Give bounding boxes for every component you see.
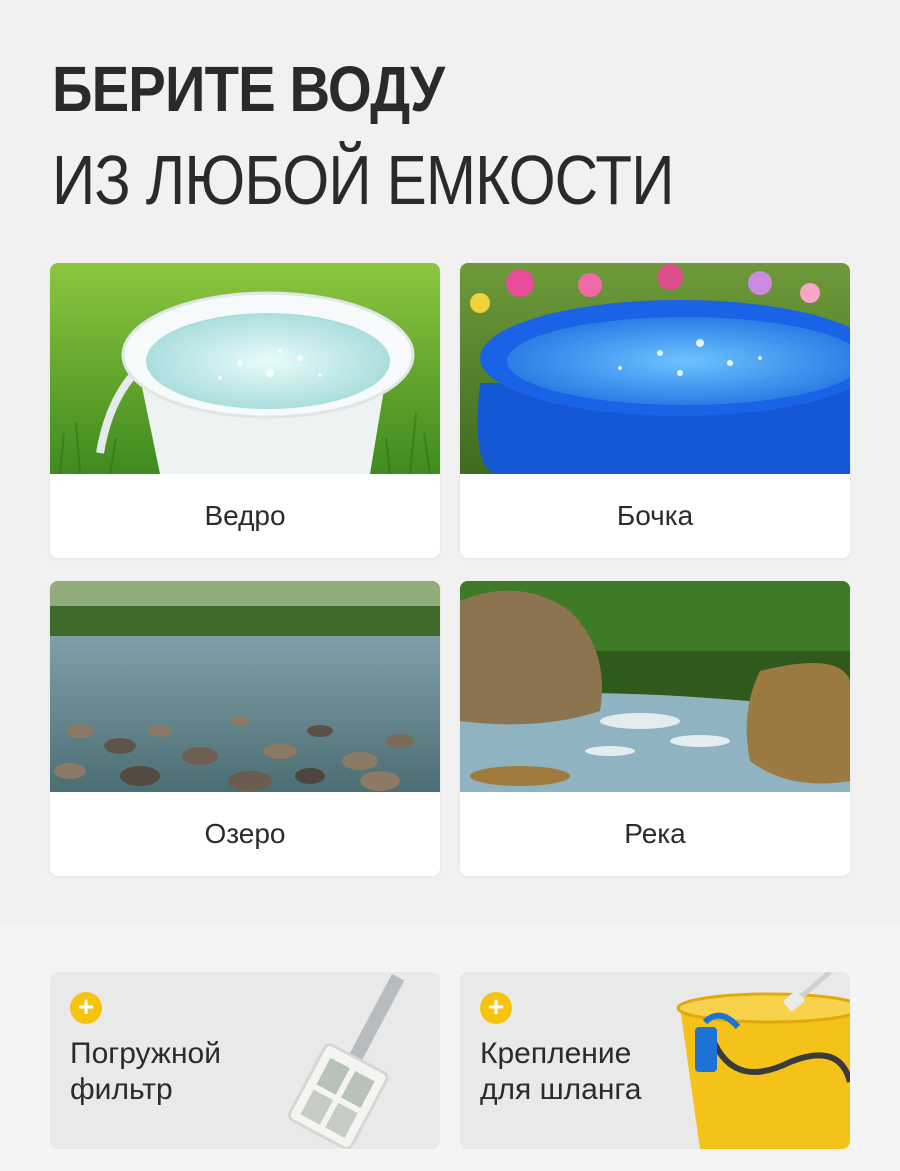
filter-image	[287, 973, 405, 1149]
source-label: Озеро	[204, 818, 286, 849]
source-label: Ведро	[204, 500, 286, 531]
river-photo	[460, 581, 850, 792]
plus-icon[interactable]: +	[480, 992, 512, 1024]
source-card-river: Река	[460, 581, 850, 876]
headline-line1: БЕРИТЕ ВОДУ	[52, 53, 445, 125]
source-label: Река	[624, 818, 686, 849]
source-card-lake: Озеро	[50, 581, 440, 876]
hose-clip-image	[676, 972, 850, 1149]
lake-photo	[50, 581, 440, 792]
headline-line2: ИЗ ЛЮБОЙ ЕМКОСТИ	[52, 141, 674, 219]
accessory-card-hose-clip: + Крепление для шланга	[460, 972, 850, 1149]
plus-icon[interactable]: +	[70, 992, 102, 1024]
hero-section: БЕРИТЕ ВОДУ ИЗ ЛЮБОЙ ЕМКОСТИ Ведро Бочка…	[0, 0, 900, 925]
bucket-photo	[50, 263, 440, 474]
accessory-card-filter: + Погружной фильтр	[50, 972, 440, 1149]
source-card-barrel: Бочка	[460, 263, 850, 558]
source-card-bucket: Ведро	[50, 263, 440, 558]
barrel-photo	[460, 263, 850, 474]
source-label: Бочка	[616, 500, 694, 531]
